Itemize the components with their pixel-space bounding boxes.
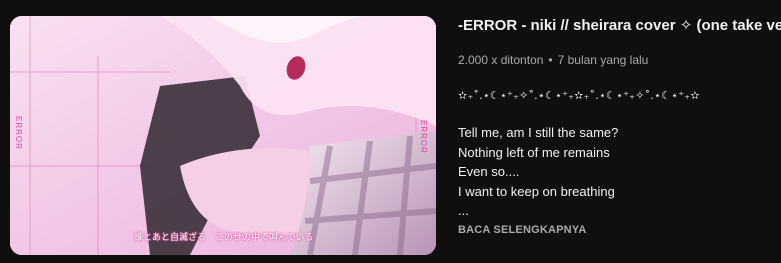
upload-age: 7 bulan yang lalu [557,53,649,67]
thumbnail-side-label-right: ERROR [419,120,428,154]
video-metadata: 2.000 x ditonton • 7 bulan yang lalu [458,52,773,68]
description-line: Nothing left of me remains [458,144,610,160]
meta-separator: • [548,53,553,67]
read-more-button[interactable]: BACA SELENGKAPNYA [458,222,773,238]
description-line: ... [458,203,469,218]
description-decoration: ✫₊˚.⋆☾⋆⁺₊✧˚.⋆☾⋆⁺₊✫₊˚.⋆☾⋆⁺₊✧˚.⋆☾⋆⁺₊✫ [458,89,700,102]
thumbnail-artwork [10,16,436,255]
video-description: ✫₊˚.⋆☾⋆⁺₊✧˚.⋆☾⋆⁺₊✫₊˚.⋆☾⋆⁺₊✧˚.⋆☾⋆⁺₊✫ Tell… [458,86,773,221]
video-details: -ERROR - niki // sheirara cover ✧ (one t… [458,16,781,238]
video-result-card: ERROR ERROR 誰とあと自滅ざる このせの中で叫んでいる -ERROR … [0,0,781,263]
description-line: I want to keep on breathing [458,183,615,199]
description-line: Even so.... [458,164,520,179]
video-title[interactable]: -ERROR - niki // sheirara cover ✧ (one t… [458,16,781,36]
video-thumbnail[interactable]: ERROR ERROR 誰とあと自滅ざる このせの中で叫んでいる [10,16,436,255]
thumbnail-subtitle: 誰とあと自滅ざる このせの中で叫んでいる [134,233,314,243]
description-line: Tell me, am I still the same? [458,125,619,140]
view-count: 2.000 x ditonton [458,53,544,67]
thumbnail-side-label-left: ERROR [14,116,23,150]
